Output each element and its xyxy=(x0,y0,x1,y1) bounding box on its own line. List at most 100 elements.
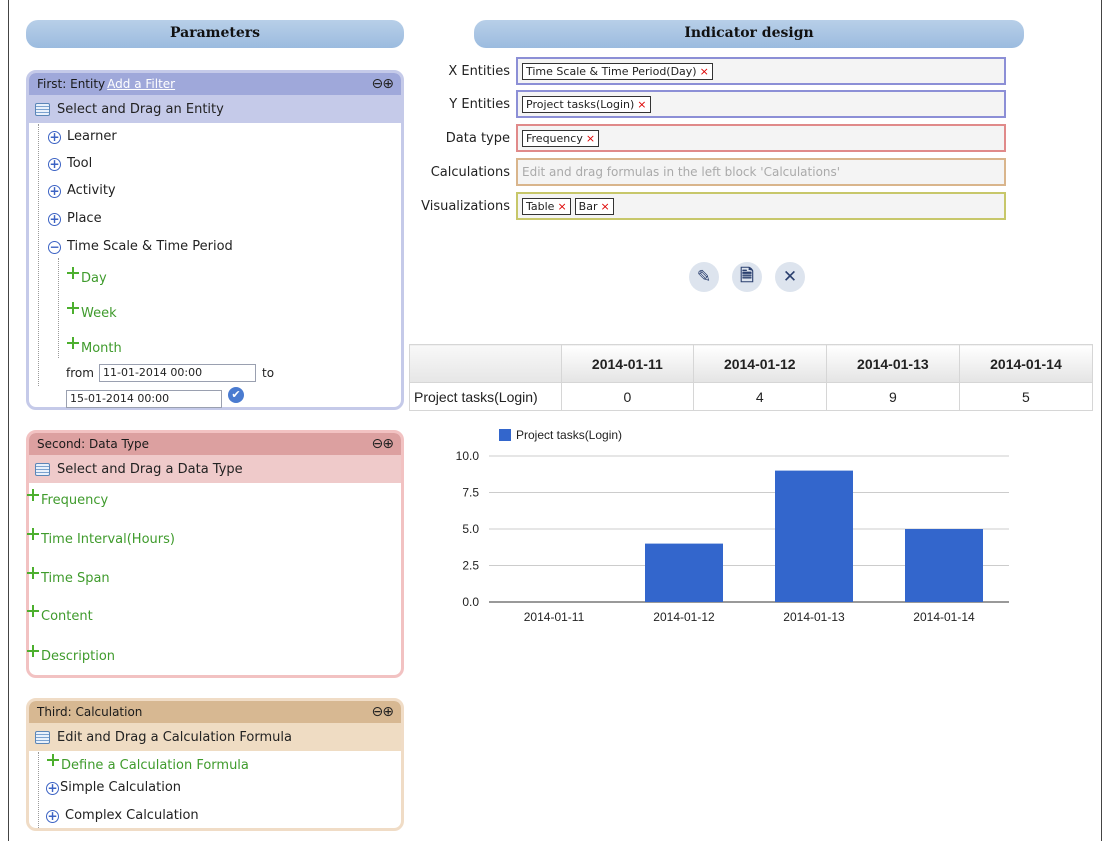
x-entity-chip[interactable]: Time Scale & Time Period(Day) × xyxy=(522,62,713,80)
tree-item-time-scale[interactable]: − Time Scale & Time Period xyxy=(48,239,233,254)
calculations-placeholder: Edit and drag formulas in the left block… xyxy=(522,165,841,179)
data-type-time-span[interactable]: Time Span xyxy=(26,566,110,586)
collapse-icon[interactable]: − xyxy=(48,241,61,254)
new-document-button[interactable]: 🗎 xyxy=(732,262,762,292)
expand-icon[interactable]: + xyxy=(48,213,61,226)
drag-move-icon xyxy=(26,527,40,541)
from-label: from xyxy=(66,366,94,380)
bar xyxy=(645,543,723,602)
simple-calculation-item[interactable]: + Simple Calculation xyxy=(46,780,181,795)
table-header-cell xyxy=(409,344,562,383)
data-type-panel-subtitle: Select and Drag a Data Type xyxy=(29,455,401,483)
data-type-subtitle-text: Select and Drag a Data Type xyxy=(57,461,243,477)
data-type-time-interval[interactable]: Time Interval(Hours) xyxy=(26,527,175,547)
list-icon xyxy=(35,462,50,476)
remove-icon[interactable]: × xyxy=(637,98,646,111)
bar-chart: 0.0 2.5 5.0 7.5 10.0 2014-01-11 2014-01-12 2014… xyxy=(409,412,1093,648)
period-item-month[interactable]: Month xyxy=(66,336,122,356)
calculations-label: Calculations xyxy=(430,164,510,180)
list-icon xyxy=(35,102,50,116)
tree-item-place[interactable]: + Place xyxy=(48,211,102,226)
complex-calculation-item[interactable]: + Complex Calculation xyxy=(46,808,199,823)
data-type-description[interactable]: Description xyxy=(26,644,115,664)
indicator-design-header: Indicator design xyxy=(474,20,1024,48)
drag-move-icon xyxy=(26,604,40,618)
period-item-day[interactable]: Day xyxy=(66,266,107,286)
calculations-row: Calculations Edit and drag formulas in t… xyxy=(412,158,1006,186)
y-entities-row: Y Entities Project tasks(Login) × xyxy=(412,90,1006,118)
data-type-frequency[interactable]: Frequency xyxy=(26,488,108,508)
y-entities-dropzone[interactable]: Project tasks(Login) × xyxy=(516,90,1006,118)
confirm-check-icon[interactable]: ✔ xyxy=(228,387,244,403)
viz-table-chip[interactable]: Table × xyxy=(522,197,571,215)
from-date-input[interactable]: 11-01-2014 00:00 xyxy=(99,364,256,382)
delete-button[interactable]: ✕ xyxy=(775,262,805,292)
y-tick-label: 7.5 xyxy=(462,486,479,500)
tree-item-learner[interactable]: + Learner xyxy=(48,129,117,144)
expand-icon[interactable]: + xyxy=(46,782,59,795)
remove-icon[interactable]: × xyxy=(586,132,595,145)
data-type-panel: Second: Data Type ⊖⊕ Select and Drag a D… xyxy=(26,430,404,678)
pencil-icon: ✎ xyxy=(696,267,712,287)
close-icon: ✕ xyxy=(782,267,798,287)
tree-item-activity[interactable]: + Activity xyxy=(48,183,116,198)
indicator-table: 2014-01-11 2014-01-12 2014-01-13 2014-01… xyxy=(409,344,1094,411)
calculations-dropzone[interactable]: Edit and drag formulas in the left block… xyxy=(516,158,1006,186)
visualizations-row: Visualizations Table × Bar × xyxy=(412,192,1006,220)
data-type-chip[interactable]: Frequency × xyxy=(522,129,600,147)
edit-button[interactable]: ✎ xyxy=(689,262,719,292)
table-header-cell: 2014-01-11 xyxy=(561,344,694,383)
define-formula-item[interactable]: Define a Calculation Formula xyxy=(46,753,249,773)
period-item-week[interactable]: Week xyxy=(66,301,117,321)
table-cell: Project tasks(Login) xyxy=(409,382,562,411)
y-tick-label: 10.0 xyxy=(456,449,480,463)
bar xyxy=(905,529,983,602)
add-document-icon: 🗎 xyxy=(740,265,754,286)
to-date-input[interactable]: 15-01-2014 00:00 xyxy=(66,390,222,408)
drag-move-icon xyxy=(66,336,80,350)
drag-move-icon xyxy=(66,301,80,315)
drag-move-icon xyxy=(46,753,60,767)
entity-panel-subtitle: Select and Drag an Entity xyxy=(29,95,401,123)
expand-icon[interactable]: + xyxy=(48,131,61,144)
collapse-expand-toggles[interactable]: ⊖⊕ xyxy=(372,436,394,452)
visualizations-label: Visualizations xyxy=(421,198,510,214)
to-label: to xyxy=(262,366,275,380)
x-tick-label: 2014-01-14 xyxy=(913,610,975,624)
table-header-cell: 2014-01-14 xyxy=(958,344,1094,383)
data-type-label: Data type xyxy=(445,130,510,146)
x-entities-row: X Entities Time Scale & Time Period(Day)… xyxy=(412,57,1006,85)
table-header-row: 2014-01-11 2014-01-12 2014-01-13 2014-01… xyxy=(409,344,1094,383)
collapse-expand-toggles[interactable]: ⊖⊕ xyxy=(372,704,394,720)
calculation-subtitle-text: Edit and Drag a Calculation Formula xyxy=(57,729,292,745)
remove-icon[interactable]: × xyxy=(700,65,709,78)
y-tick-label: 2.5 xyxy=(462,559,479,573)
entity-panel-header: First: Entity Add a Filter ⊖⊕ xyxy=(29,73,401,95)
tree-item-tool[interactable]: + Tool xyxy=(48,156,92,171)
x-tick-label: 2014-01-13 xyxy=(783,610,845,624)
bar-chart-svg: 0.0 2.5 5.0 7.5 10.0 2014-01-11 2014-01-12 2014… xyxy=(456,428,1009,624)
table-cell: 4 xyxy=(692,382,827,411)
y-tick-label: 5.0 xyxy=(462,522,479,536)
entity-subtitle-text: Select and Drag an Entity xyxy=(57,101,224,117)
tree-guide-sub xyxy=(58,258,59,358)
table-cell: 9 xyxy=(825,382,960,411)
visualizations-dropzone[interactable]: Table × Bar × xyxy=(516,192,1006,220)
viz-bar-chip[interactable]: Bar × xyxy=(574,197,614,215)
data-type-dropzone[interactable]: Frequency × xyxy=(516,124,1006,152)
remove-icon[interactable]: × xyxy=(600,200,609,213)
expand-icon[interactable]: + xyxy=(46,810,59,823)
table-cell: 5 xyxy=(958,382,1094,411)
data-type-panel-title: Second: Data Type xyxy=(37,437,150,451)
calculation-panel-subtitle: Edit and Drag a Calculation Formula xyxy=(29,723,401,751)
tree-guide xyxy=(38,752,39,828)
remove-icon[interactable]: × xyxy=(557,200,566,213)
add-filter-link[interactable]: Add a Filter xyxy=(107,77,175,91)
x-entities-dropzone[interactable]: Time Scale & Time Period(Day) × xyxy=(516,57,1006,85)
data-type-content[interactable]: Content xyxy=(26,604,93,624)
y-entity-chip[interactable]: Project tasks(Login) × xyxy=(522,95,651,113)
expand-icon[interactable]: + xyxy=(48,185,61,198)
collapse-expand-toggles[interactable]: ⊖⊕ xyxy=(372,76,394,92)
expand-icon[interactable]: + xyxy=(48,158,61,171)
data-type-row: Data type Frequency × xyxy=(412,124,1006,152)
